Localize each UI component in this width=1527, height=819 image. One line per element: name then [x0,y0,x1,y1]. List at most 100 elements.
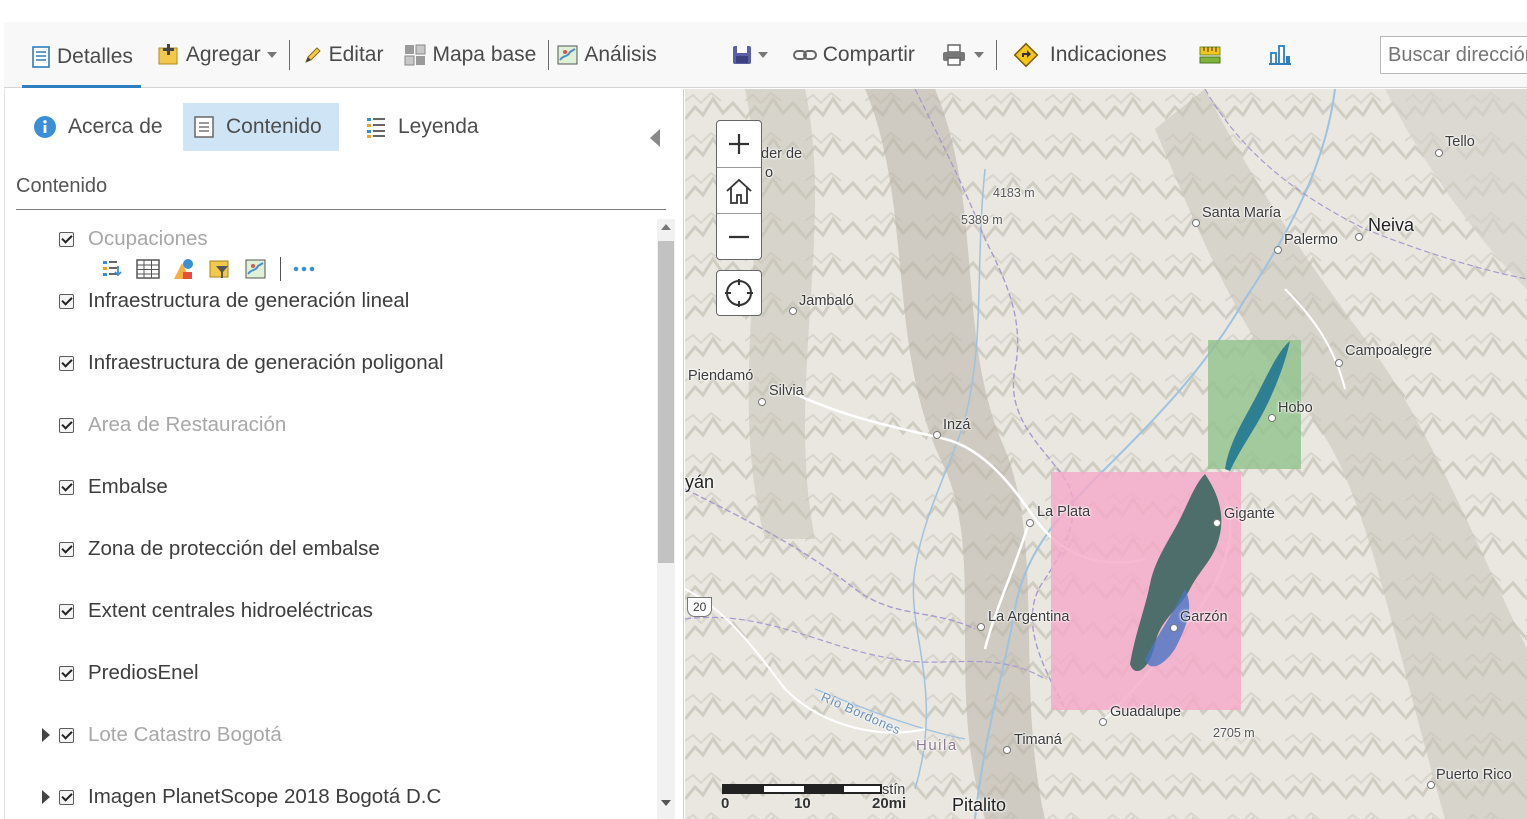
place-label-palermo: Palermo [1284,232,1338,248]
place-marker [1213,519,1221,527]
locate-button[interactable] [716,270,762,316]
place-label-piendamo: Piendamó [688,368,754,384]
layer-checkbox[interactable] [59,789,74,805]
place-marker [1355,233,1363,241]
analysis-map-icon [557,45,578,64]
layer-label: Area de Restauración [88,413,287,436]
layer-label: Ocupaciones [88,227,208,250]
layer-label: Infraestructura de generación poligonal [88,351,444,374]
directions-sign-icon [1013,42,1039,67]
layer-checkbox[interactable] [59,293,74,309]
info-icon [34,116,56,138]
toolbar-divider [288,39,290,70]
layer-label: Infraestructura de generación lineal [88,289,410,312]
collapse-panel-icon[interactable] [650,129,660,147]
layer-checkbox[interactable] [59,665,74,681]
place-label-tello: Tello [1445,134,1475,150]
chevron-down-icon [973,51,984,58]
tab-content[interactable]: Contenido [183,103,339,151]
measure-ruler-icon [1199,46,1221,63]
layer-label: Extent centrales hidroeléctricas [88,599,373,622]
basemap-label: Mapa base [432,42,537,66]
locate-crosshair-icon [725,279,753,307]
table-icon[interactable] [135,257,161,281]
basemap-grid-icon [404,44,426,65]
zoom-out-button[interactable] [717,213,761,259]
layer-checkbox[interactable] [59,355,74,371]
toolbar-divider [995,39,997,70]
details-button[interactable]: Detalles [22,30,141,88]
analysis-label: Análisis [584,42,657,66]
minus-icon [729,235,749,238]
tab-legend[interactable]: Leyenda [355,103,489,151]
place-label-elevation-2705: 2705 m [1213,726,1255,740]
panel-tabs: Acerca de Contenido Leyenda [5,103,685,151]
expand-triangle-icon[interactable] [42,728,50,742]
layer-label: Lote Catastro Bogotá [88,723,282,746]
layer-checkbox[interactable] [59,727,74,743]
content-list-icon [194,116,214,138]
share-label: Compartir [822,42,915,66]
share-button[interactable]: Compartir [784,22,923,87]
scroll-down-arrow-icon[interactable] [661,800,671,806]
details-panel: Acerca de Contenido Leyenda Contenido Oc… [4,89,684,819]
layer-checkbox[interactable] [59,417,74,433]
analysis-button[interactable]: Análisis [553,22,664,87]
directions-button[interactable]: Indicaciones [1001,22,1175,87]
basemap-button[interactable]: Mapa base [395,22,544,87]
printer-icon [942,43,965,66]
place-label-gigante: Gigante [1224,506,1275,522]
place-label-silvia: Silvia [769,383,804,399]
place-label-santa-maria: Santa María [1202,205,1281,221]
add-layer-icon [158,43,178,64]
tab-content-label: Contenido [226,115,322,138]
layer-label: PrediosEnel [88,661,199,684]
place-marker [1026,519,1034,527]
symbology-icon[interactable] [171,257,197,281]
place-label-timana: Timaná [1014,732,1062,748]
layer-toolbar [99,257,317,281]
details-label: Detalles [57,45,133,68]
tab-about-label: Acerca de [68,115,163,138]
add-button[interactable]: Agregar [149,22,285,87]
scale-bar-line [722,784,882,794]
bar-chart-icon [1268,44,1291,65]
place-label-la-argentina: La Argentina [988,609,1070,625]
edit-button[interactable]: Editar [294,22,392,87]
scale-label-10: 10 [794,795,811,812]
place-label-neiva: Neiva [1368,215,1415,235]
place-marker [789,307,797,315]
place-marker [1170,624,1178,632]
layer-checkbox[interactable] [59,541,74,557]
layer-checkbox[interactable] [59,479,74,495]
measure-button[interactable] [1189,22,1236,87]
layer-list-scrollbar[interactable] [657,219,675,819]
scroll-up-arrow-icon[interactable] [661,224,671,230]
chart-button[interactable] [1260,22,1305,87]
analysis-icon[interactable] [243,257,269,281]
layer-checkbox[interactable] [59,603,74,619]
save-button[interactable] [723,22,776,87]
default-extent-button[interactable] [717,167,761,213]
scrollbar-thumb[interactable] [658,241,674,563]
expand-triangle-icon[interactable] [42,790,50,804]
place-label-puerto-rico: Puerto Rico [1436,767,1512,783]
chevron-down-icon [757,51,768,58]
more-icon[interactable] [291,257,317,281]
filter-icon[interactable] [207,257,233,281]
map-view[interactable]: Tello der de o 4183 m 5389 m Santa María… [685,89,1527,819]
zoom-in-button[interactable] [717,121,761,167]
place-marker [1427,781,1435,789]
place-marker [758,398,766,406]
directions-label: Indicaciones [1049,42,1167,66]
address-search-input[interactable] [1380,36,1527,74]
layer-checkbox[interactable] [59,231,74,247]
place-marker [933,431,941,439]
tab-about[interactable]: Acerca de [23,103,173,151]
place-marker [1192,219,1200,227]
legend-list-icon[interactable] [99,257,125,281]
print-button[interactable] [933,22,992,87]
place-label-hobo: Hobo [1278,400,1313,416]
tab-legend-label: Leyenda [398,115,479,138]
main-toolbar: Detalles Agregar Editar Mapa base Anális… [4,22,1527,88]
